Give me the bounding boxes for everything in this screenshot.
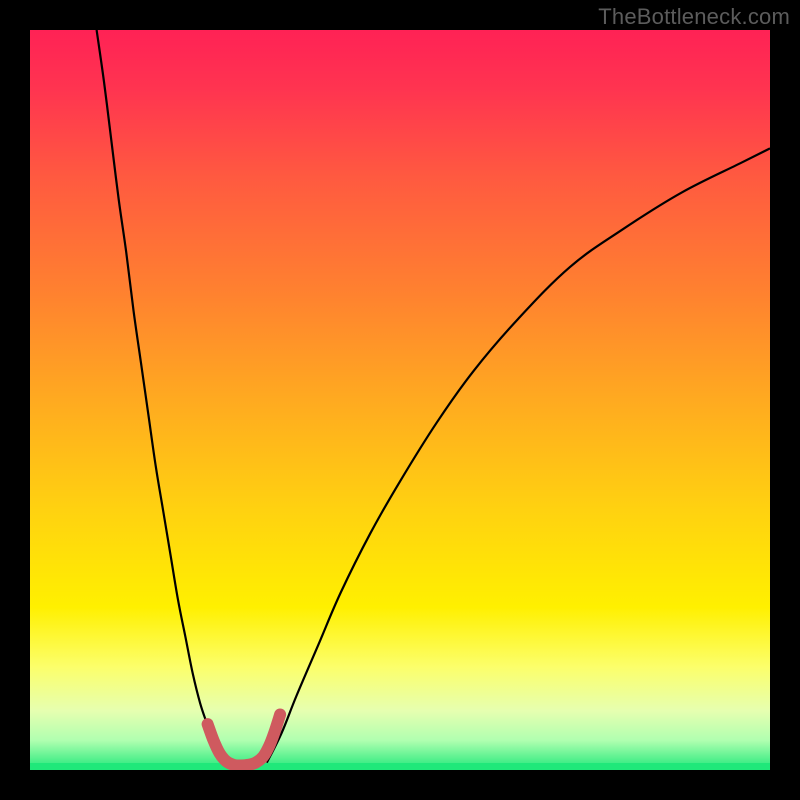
chart-frame [30,30,770,770]
chart-baseline [30,763,770,770]
watermark-text: TheBottleneck.com [598,4,790,30]
chart-background [30,30,770,770]
chart-plot [30,30,770,770]
